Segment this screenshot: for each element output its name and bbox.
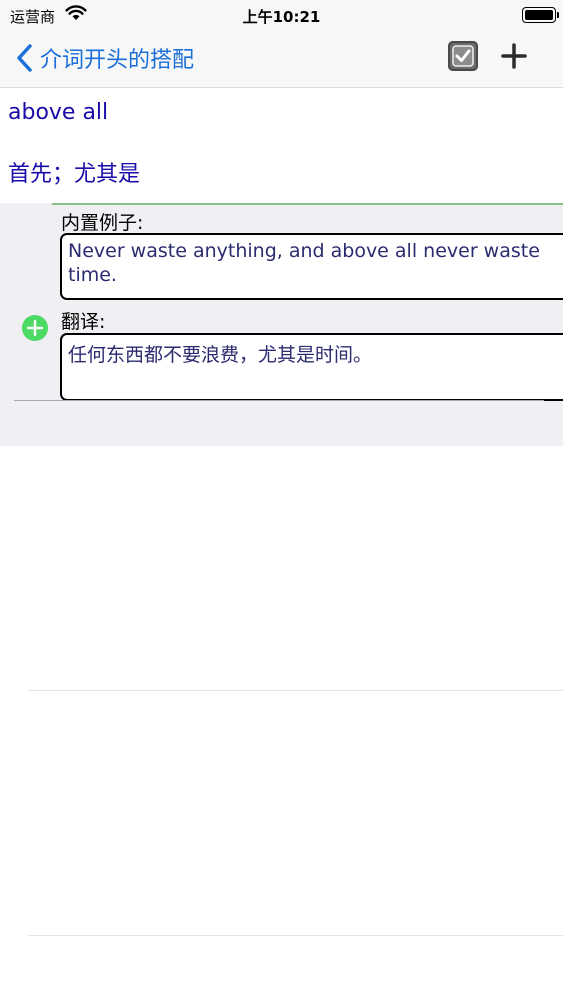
phrase-title: above all	[8, 100, 109, 125]
status-bar: 运营商 上午10:21	[0, 0, 563, 30]
back-button[interactable]: 介词开头的搭配	[14, 40, 194, 76]
plus-icon[interactable]	[500, 42, 528, 70]
panel-divider	[14, 400, 544, 401]
translation-label: 翻译:	[61, 311, 106, 333]
example-label: 内置例子:	[61, 212, 144, 234]
chevron-left-icon	[17, 44, 32, 72]
back-button-label: 介词开头的搭配	[40, 48, 195, 73]
phrase-meaning: 首先；尤其是	[8, 162, 141, 187]
example-sentence-field[interactable]: Never waste anything, and above all neve…	[60, 233, 563, 300]
checkbox-checked-icon[interactable]	[448, 41, 478, 71]
panel-top-divider	[52, 203, 563, 205]
navigation-bar: 介词开头的搭配	[0, 30, 563, 88]
table-row-separator	[28, 935, 563, 936]
status-time: 上午10:21	[242, 8, 321, 26]
translation-field[interactable]: 任何东西都不要浪费，尤其是时间。	[60, 333, 563, 401]
table-row-separator	[28, 690, 563, 691]
example-panel: 内置例子: Never waste anything, and above al…	[0, 203, 563, 446]
battery-icon	[522, 7, 559, 23]
add-circle-icon[interactable]	[21, 314, 49, 342]
